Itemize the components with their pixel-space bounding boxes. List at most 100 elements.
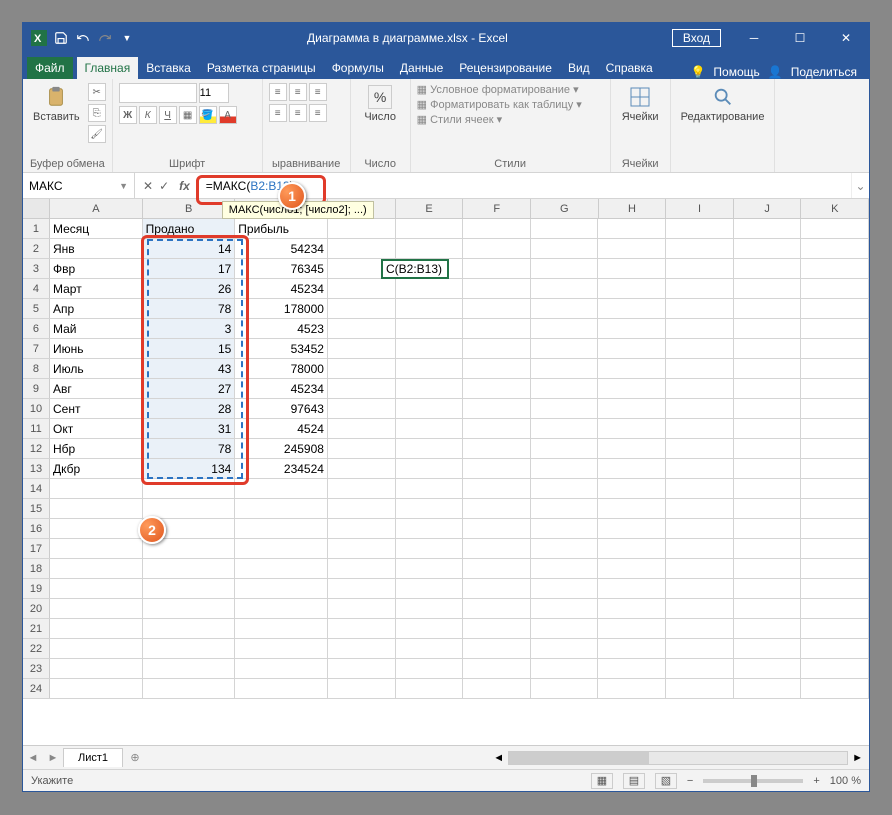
- cell[interactable]: [235, 579, 328, 598]
- cell[interactable]: [143, 559, 236, 578]
- cell[interactable]: [801, 419, 869, 438]
- cell[interactable]: [328, 539, 396, 558]
- cell[interactable]: [801, 479, 869, 498]
- tell-me[interactable]: Помощь: [713, 65, 759, 79]
- zoom-slider[interactable]: [703, 779, 803, 783]
- cell[interactable]: Янв: [50, 239, 143, 258]
- redo-icon[interactable]: [97, 30, 113, 46]
- row-header[interactable]: 12: [23, 439, 50, 458]
- cell[interactable]: [50, 499, 143, 518]
- cell[interactable]: [666, 259, 734, 278]
- cell[interactable]: Месяц: [50, 219, 143, 238]
- col-header[interactable]: J: [734, 199, 802, 218]
- cell[interactable]: [666, 319, 734, 338]
- cell[interactable]: [328, 239, 396, 258]
- cell[interactable]: [801, 239, 869, 258]
- cell[interactable]: [598, 379, 666, 398]
- row-header[interactable]: 16: [23, 519, 50, 538]
- cell[interactable]: [801, 399, 869, 418]
- cell[interactable]: [396, 559, 464, 578]
- cell[interactable]: [801, 519, 869, 538]
- cell[interactable]: [734, 559, 802, 578]
- border-button[interactable]: ▦: [179, 106, 197, 124]
- fill-color-button[interactable]: 🪣: [199, 106, 217, 124]
- login-button[interactable]: Вход: [672, 29, 721, 47]
- cell[interactable]: 28: [143, 399, 236, 418]
- cell[interactable]: [666, 359, 734, 378]
- cell[interactable]: [531, 579, 599, 598]
- cell[interactable]: [463, 659, 531, 678]
- cell[interactable]: [598, 499, 666, 518]
- col-header[interactable]: G: [531, 199, 599, 218]
- cell[interactable]: [463, 319, 531, 338]
- tab-insert[interactable]: Вставка: [138, 57, 199, 79]
- cell[interactable]: [801, 339, 869, 358]
- cell[interactable]: [598, 359, 666, 378]
- cell[interactable]: [531, 679, 599, 698]
- cell[interactable]: [734, 279, 802, 298]
- row-header[interactable]: 6: [23, 319, 50, 338]
- close-button[interactable]: ✕: [823, 23, 869, 53]
- align-top-icon[interactable]: ≡: [269, 83, 287, 101]
- cell[interactable]: [734, 639, 802, 658]
- cell[interactable]: [143, 619, 236, 638]
- cell[interactable]: [328, 299, 396, 318]
- cell[interactable]: [396, 279, 464, 298]
- cells-button[interactable]: Ячейки: [617, 83, 664, 125]
- cell[interactable]: [801, 599, 869, 618]
- cell[interactable]: [396, 579, 464, 598]
- cell[interactable]: [666, 439, 734, 458]
- italic-button[interactable]: К: [139, 106, 157, 124]
- cell[interactable]: [801, 659, 869, 678]
- row-header[interactable]: 4: [23, 279, 50, 298]
- cell[interactable]: [734, 619, 802, 638]
- cell[interactable]: [328, 599, 396, 618]
- cell[interactable]: [328, 419, 396, 438]
- cell[interactable]: [801, 459, 869, 478]
- row-header[interactable]: 15: [23, 499, 50, 518]
- cell[interactable]: 76345: [235, 259, 328, 278]
- copy-icon[interactable]: ⎘: [88, 104, 106, 122]
- cell[interactable]: [396, 599, 464, 618]
- cell[interactable]: [598, 259, 666, 278]
- cell[interactable]: [235, 479, 328, 498]
- cell[interactable]: [143, 499, 236, 518]
- cell[interactable]: [598, 339, 666, 358]
- cell[interactable]: [396, 379, 464, 398]
- cell[interactable]: [666, 579, 734, 598]
- tab-home[interactable]: Главная: [77, 57, 139, 79]
- cell[interactable]: [531, 419, 599, 438]
- cell[interactable]: Июль: [50, 359, 143, 378]
- cell[interactable]: [666, 479, 734, 498]
- format-as-table-button[interactable]: ▦ Форматировать как таблицу ▾: [417, 98, 582, 111]
- cell[interactable]: [143, 679, 236, 698]
- cell[interactable]: [734, 539, 802, 558]
- enter-formula-icon[interactable]: ✓: [159, 179, 169, 193]
- row-header[interactable]: 17: [23, 539, 50, 558]
- cell[interactable]: [666, 519, 734, 538]
- view-page-break-icon[interactable]: ▧: [655, 773, 677, 789]
- tab-help[interactable]: Справка: [598, 57, 661, 79]
- paste-button[interactable]: Вставить: [29, 83, 84, 125]
- font-size-input[interactable]: [199, 83, 229, 103]
- cell[interactable]: [235, 619, 328, 638]
- cell[interactable]: [50, 539, 143, 558]
- cell[interactable]: [396, 639, 464, 658]
- cell[interactable]: [666, 499, 734, 518]
- cell[interactable]: Авг: [50, 379, 143, 398]
- cell[interactable]: [396, 519, 464, 538]
- cell[interactable]: [328, 559, 396, 578]
- cell[interactable]: 14: [143, 239, 236, 258]
- cell[interactable]: [801, 279, 869, 298]
- cell[interactable]: [463, 679, 531, 698]
- cell[interactable]: [50, 579, 143, 598]
- cell[interactable]: [463, 339, 531, 358]
- cell[interactable]: Дкбр: [50, 459, 143, 478]
- cell[interactable]: [598, 579, 666, 598]
- cell[interactable]: 4523: [235, 319, 328, 338]
- cell[interactable]: [666, 379, 734, 398]
- cell[interactable]: [734, 259, 802, 278]
- cell[interactable]: [463, 579, 531, 598]
- row-header[interactable]: 23: [23, 659, 50, 678]
- font-name-input[interactable]: [119, 83, 197, 103]
